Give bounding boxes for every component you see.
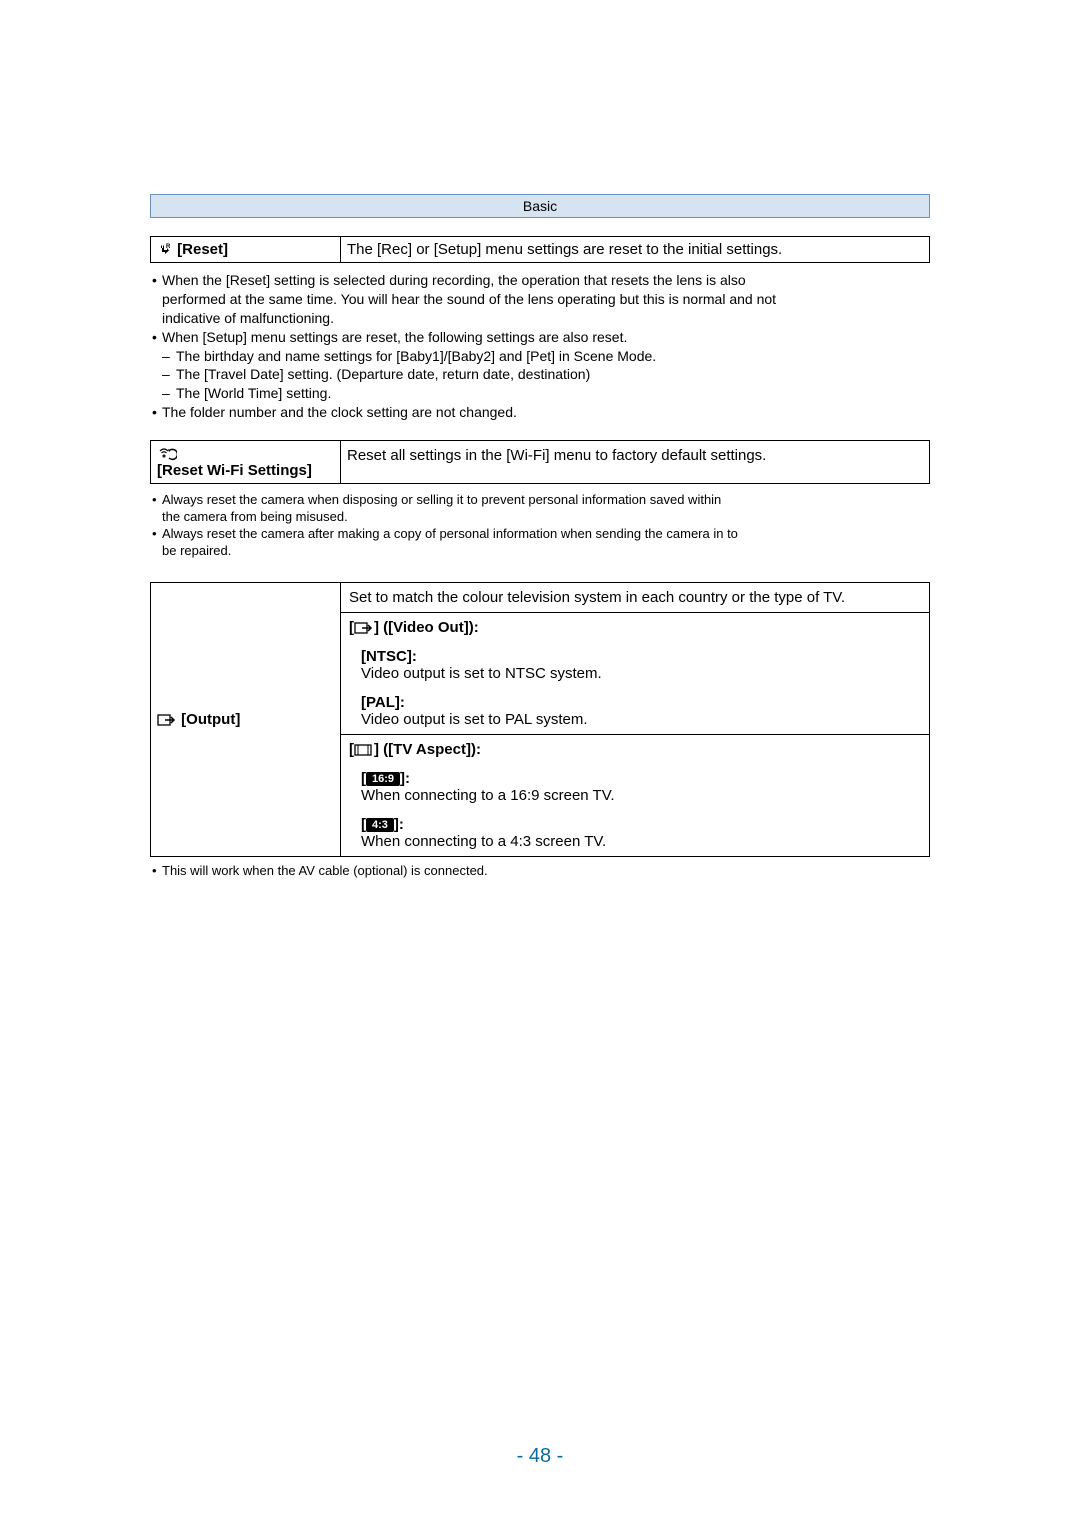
output-note: This will work when the AV cable (option… <box>162 863 488 880</box>
note-text: Always reset the camera after making a c… <box>162 526 738 543</box>
wifi-notes: •Always reset the camera when disposing … <box>152 492 930 560</box>
table-row: [Output] Set to match the colour televis… <box>151 582 930 612</box>
ratio-169-suffix: ]: <box>400 770 410 787</box>
note-text: indicative of malfunctioning. <box>162 309 334 328</box>
reset-desc: The [Rec] or [Setup] menu settings are r… <box>341 237 930 263</box>
note-text: When [Setup] menu settings are reset, th… <box>162 328 627 347</box>
page-content: Basic R [Reset] The [Rec] or [Setup] men… <box>0 0 1080 880</box>
note-text: Always reset the camera when disposing o… <box>162 492 721 509</box>
note-text: performed at the same time. You will hea… <box>162 290 776 309</box>
reset-label-cell: R [Reset] <box>151 237 341 263</box>
wifi-reset-icon <box>157 446 177 462</box>
tv-aspect-icon <box>354 743 374 757</box>
wifi-reset-table: [Reset Wi-Fi Settings] Reset all setting… <box>150 440 930 484</box>
pal-label: [PAL]: <box>361 694 921 711</box>
ratio-169-badge: 16:9 <box>366 772 400 786</box>
reset-label: [Reset] <box>177 241 228 258</box>
note-text: The [World Time] setting. <box>176 384 331 403</box>
reset-notes: •When the [Reset] setting is selected du… <box>152 271 930 422</box>
video-out-cell: [] ([Video Out]): [NTSC]: Video output i… <box>341 612 930 734</box>
wifi-label: [Reset Wi-Fi Settings] <box>157 462 312 479</box>
ratio-169-desc: When connecting to a 16:9 screen TV. <box>361 787 921 804</box>
ratio-43-suffix: ]: <box>394 816 404 833</box>
tv-aspect-cell: [] ([TV Aspect]): [16:9]: When connectin… <box>341 734 930 856</box>
note-text: The [Travel Date] setting. (Departure da… <box>176 365 590 384</box>
video-out-icon <box>354 621 374 635</box>
page-number: - 48 - <box>0 1445 1080 1468</box>
ratio-43-desc: When connecting to a 4:3 screen TV. <box>361 833 921 850</box>
reset-table: R [Reset] The [Rec] or [Setup] menu sett… <box>150 236 930 263</box>
tv-aspect-head: ] ([TV Aspect]): <box>374 741 481 758</box>
ntsc-label: [NTSC]: <box>361 648 921 665</box>
output-table: [Output] Set to match the colour televis… <box>150 582 930 857</box>
ntsc-desc: Video output is set to NTSC system. <box>361 665 921 682</box>
note-text: be repaired. <box>162 543 231 560</box>
output-icon <box>157 713 177 727</box>
output-label: [Output] <box>181 711 240 728</box>
output-desc: Set to match the colour television syste… <box>341 582 930 612</box>
wifi-label-cell: [Reset Wi-Fi Settings] <box>151 441 341 484</box>
reset-icon: R <box>157 242 173 258</box>
table-row: [Reset Wi-Fi Settings] Reset all setting… <box>151 441 930 484</box>
wifi-desc: Reset all settings in the [Wi-Fi] menu t… <box>341 441 930 484</box>
video-out-head: ] ([Video Out]): <box>374 619 479 636</box>
svg-text:R: R <box>166 244 171 250</box>
note-text: The birthday and name settings for [Baby… <box>176 347 656 366</box>
ratio-43-badge: 4:3 <box>366 818 394 832</box>
note-text: When the [Reset] setting is selected dur… <box>162 271 746 290</box>
table-row: R [Reset] The [Rec] or [Setup] menu sett… <box>151 237 930 263</box>
output-note-block: •This will work when the AV cable (optio… <box>152 863 930 880</box>
section-header: Basic <box>150 194 930 218</box>
note-text: The folder number and the clock setting … <box>162 403 517 422</box>
note-text: the camera from being misused. <box>162 509 348 526</box>
output-label-cell: [Output] <box>151 582 341 856</box>
pal-desc: Video output is set to PAL system. <box>361 711 921 728</box>
